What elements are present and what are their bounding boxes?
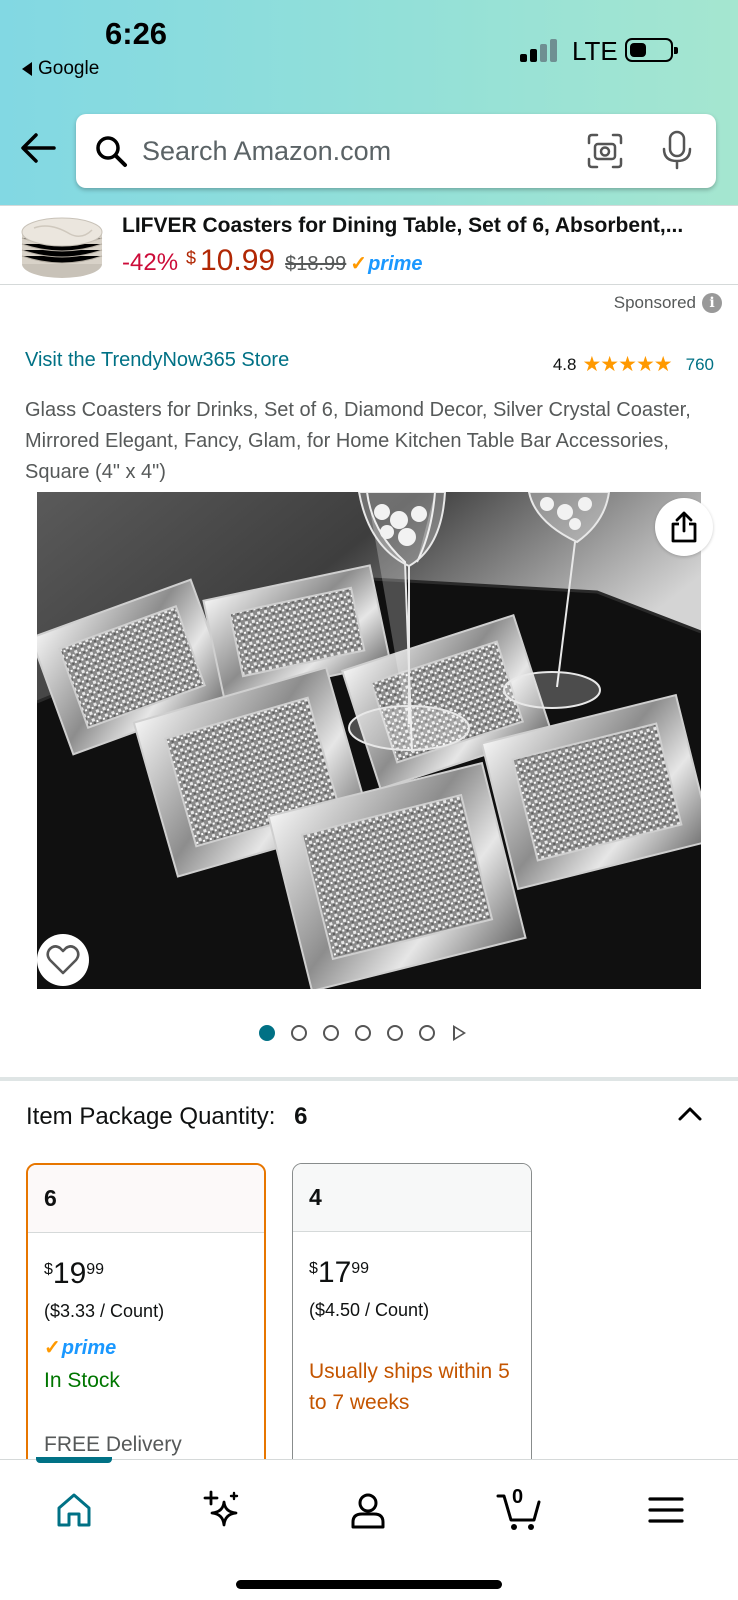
option-card-6[interactable]: 6 $ 19 99 ($3.33 / Count) ✓ prime In Stoc…	[26, 1163, 266, 1483]
status-time: 6:26	[105, 16, 168, 51]
back-app-label: Google	[38, 58, 100, 79]
chevron-up-icon[interactable]	[676, 1103, 704, 1125]
prime-badge: ✓ prime	[44, 1337, 117, 1359]
product-image[interactable]	[37, 492, 701, 989]
rating-value: 4.8	[552, 354, 577, 374]
home-icon	[57, 1493, 91, 1527]
active-tab-indicator	[36, 1457, 112, 1463]
banner-price-row: -42% $ 10.99 $18.99 ✓ prime	[122, 244, 423, 278]
package-quantity-value: 6	[294, 1103, 308, 1130]
store-link[interactable]: Visit the TrendyNow365 Store	[25, 349, 289, 372]
back-arrow-icon[interactable]	[20, 130, 56, 166]
option-price: $ 19 99	[44, 1257, 105, 1290]
share-icon	[671, 511, 697, 543]
carousel-dot-3[interactable]	[323, 1025, 339, 1041]
star-rating-icon: ★★★★★	[582, 353, 672, 376]
cart-count: 0	[512, 1486, 524, 1508]
delivery-info: FREE Delivery	[44, 1433, 182, 1456]
rating-summary[interactable]: 4.8 ★★★★★ 760	[553, 352, 714, 377]
ai-sparkle-icon	[203, 1490, 239, 1527]
nav-account[interactable]	[338, 1480, 398, 1540]
search-input[interactable]: Search Amazon.com	[142, 136, 391, 167]
nav-rufus-ai[interactable]	[192, 1480, 252, 1540]
microphone-icon[interactable]	[661, 130, 693, 170]
nav-cart[interactable]: 0	[486, 1480, 546, 1540]
package-quantity-header[interactable]: Item Package Quantity: 6	[26, 1103, 308, 1131]
prime-badge: ✓ prime	[350, 253, 423, 275]
search-bar[interactable]: Search Amazon.com	[76, 114, 716, 188]
sponsored-label[interactable]: Sponsored i	[614, 293, 722, 313]
bottom-navigation: 0	[0, 1457, 738, 1600]
discount-percent: -42%	[122, 249, 179, 276]
availability-status: In Stock	[44, 1369, 120, 1392]
battery-icon	[625, 38, 678, 62]
coaster-stack-thumbnail	[21, 217, 103, 278]
option-qty: 6	[28, 1165, 264, 1233]
header: 6:26 Google LTE Search Amazon.com	[0, 0, 738, 205]
option-qty: 4	[293, 1164, 531, 1232]
sponsored-product-banner[interactable]: LIFVER Coasters for Dining Table, Set of…	[0, 205, 738, 285]
nav-home[interactable]	[44, 1480, 104, 1540]
wishlist-button[interactable]	[37, 934, 89, 986]
price-currency: $	[186, 248, 197, 268]
banner-price: 10.99	[200, 244, 276, 277]
rating-count[interactable]: 760	[686, 355, 714, 375]
camera-scan-icon[interactable]	[586, 132, 624, 170]
nav-menu[interactable]	[636, 1480, 696, 1540]
section-divider	[0, 1077, 738, 1081]
banner-was-price: $18.99	[285, 253, 347, 275]
carousel-dot-4[interactable]	[355, 1025, 371, 1041]
info-icon[interactable]: i	[702, 293, 722, 313]
prime-check-icon: ✓	[44, 1337, 61, 1359]
availability-status: Usually ships within 5 to 7 weeks	[309, 1360, 510, 1414]
menu-icon	[648, 1497, 684, 1523]
carousel-dot-1[interactable]	[259, 1025, 275, 1041]
banner-title[interactable]: LIFVER Coasters for Dining Table, Set of…	[122, 214, 722, 238]
signal-icon	[520, 38, 558, 62]
prime-check-icon: ✓	[350, 253, 368, 275]
account-icon	[351, 1493, 385, 1529]
image-carousel-dots[interactable]	[259, 1025, 466, 1041]
back-triangle-icon	[22, 62, 32, 76]
search-icon	[96, 136, 127, 167]
option-price: $ 17 99	[309, 1256, 370, 1289]
package-quantity-label: Item Package Quantity:	[26, 1103, 276, 1130]
option-unit-price: ($3.33 / Count)	[44, 1301, 165, 1321]
video-play-icon[interactable]	[453, 1025, 466, 1041]
back-to-google[interactable]: Google	[22, 58, 99, 80]
option-unit-price: ($4.50 / Count)	[309, 1300, 430, 1320]
option-card-4[interactable]: 4 $ 17 99 ($4.50 / Count) Usually ships …	[292, 1163, 532, 1483]
home-indicator-bar[interactable]	[236, 1580, 502, 1589]
carousel-dot-6[interactable]	[419, 1025, 435, 1041]
carousel-dot-5[interactable]	[387, 1025, 403, 1041]
carousel-dot-2[interactable]	[291, 1025, 307, 1041]
share-button[interactable]	[655, 498, 713, 556]
network-type: LTE	[572, 36, 618, 66]
heart-icon	[46, 945, 80, 975]
product-title: Glass Coasters for Drinks, Set of 6, Dia…	[25, 399, 691, 483]
